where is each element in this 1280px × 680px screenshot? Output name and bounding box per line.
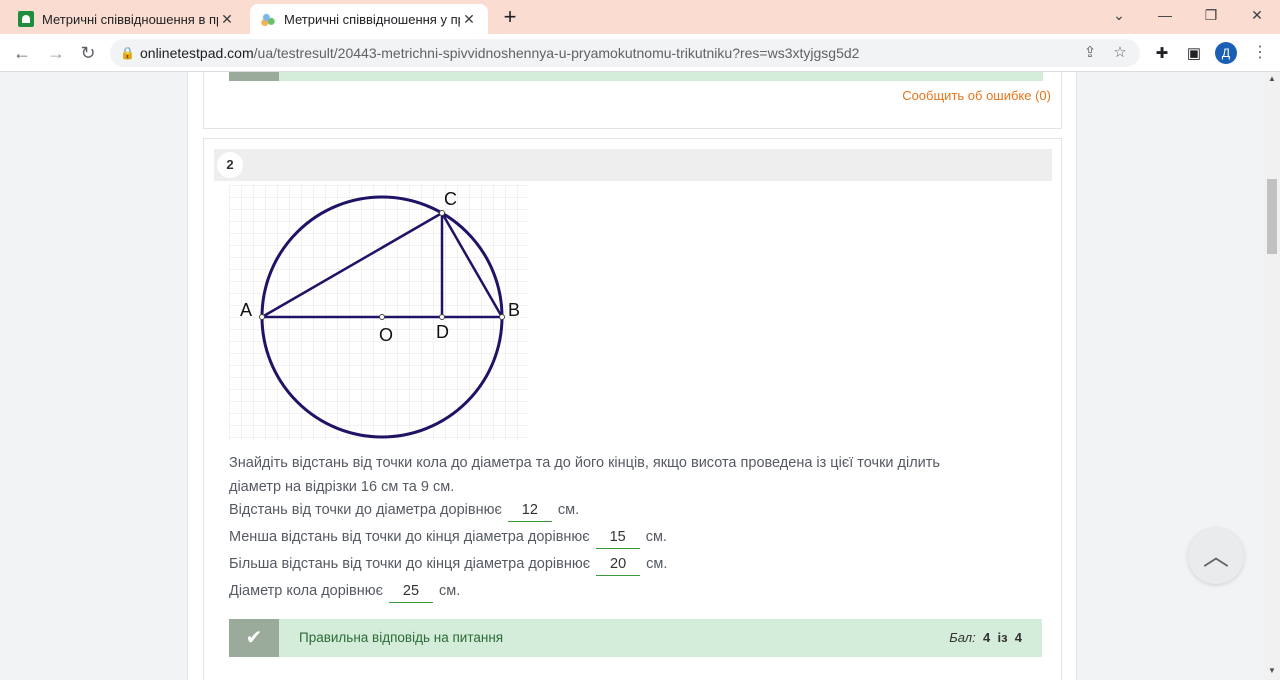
check-icon: ✔ xyxy=(229,619,279,657)
answer-1-field[interactable]: 12 xyxy=(507,499,552,522)
close-icon[interactable]: ✕ xyxy=(218,11,236,28)
question-text-line-2: діаметр на відрізки 16 см та 9 см. xyxy=(229,479,455,495)
point-o xyxy=(379,314,385,320)
close-window-button[interactable]: ✕ xyxy=(1234,0,1280,30)
answer-3-prompt: Більша відстань від точки до кінця діаме… xyxy=(229,556,591,572)
share-icon[interactable]: ⇪ xyxy=(1078,39,1102,67)
side-panel-icon[interactable]: ▣ xyxy=(1184,44,1204,64)
point-a xyxy=(259,314,265,320)
tab-2[interactable]: Метричні співвідношення у пря ✕ xyxy=(250,4,488,34)
tab-strip: Метричні співвідношення в пря ✕ Метричні… xyxy=(0,0,1280,34)
url-path: /ua/testresult/20443-metrichni-spivvidno… xyxy=(253,45,860,61)
test-results-column: Сообщить об ошибке (0) 2 A B C D O Знайд… xyxy=(187,72,1077,680)
new-tab-button[interactable]: + xyxy=(498,4,522,30)
result-bar: ✔ Правильна відповідь на питання Бал: 4 … xyxy=(229,619,1042,657)
scrollbar-thumb[interactable] xyxy=(1267,179,1277,254)
answer-row-1: Відстань від точки до діаметра дорівнює 1… xyxy=(229,499,580,522)
figure-grid xyxy=(229,185,529,440)
score-of: із xyxy=(997,630,1008,645)
answer-3-field[interactable]: 20 xyxy=(596,553,641,576)
label-o: O xyxy=(379,325,393,345)
scroll-up-arrow-icon[interactable]: ▲ xyxy=(1267,74,1277,84)
back-icon[interactable]: ← xyxy=(8,39,36,67)
scroll-down-arrow-icon[interactable]: ▼ xyxy=(1267,666,1277,676)
restore-button[interactable]: ❐ xyxy=(1188,0,1234,30)
answer-2-unit: см. xyxy=(645,529,667,545)
question-header: 2 xyxy=(214,149,1052,181)
score-max: 4 xyxy=(1014,630,1022,645)
previous-result-bar xyxy=(229,72,1043,81)
tab-2-title: Метричні співвідношення у пря xyxy=(284,11,460,27)
previous-result-check xyxy=(229,72,279,81)
question-card: 2 A B C D O Знайдіть відстань від точки … xyxy=(203,138,1062,680)
answer-row-2: Менша відстань від точки до кінця діамет… xyxy=(229,526,667,549)
site-icon xyxy=(260,11,276,27)
answer-row-3: Більша відстань від точки до кінця діаме… xyxy=(229,553,668,576)
label-a: A xyxy=(240,300,252,320)
bookmark-star-icon[interactable]: ☆ xyxy=(1108,39,1132,67)
answer-1-unit: см. xyxy=(557,502,580,518)
page-viewport: Сообщить об ошибке (0) 2 A B C D O Знайд… xyxy=(0,72,1264,680)
point-d xyxy=(439,314,445,320)
extensions-icon[interactable]: ✚ xyxy=(1152,44,1172,64)
point-c xyxy=(439,210,445,216)
answer-4-field[interactable]: 25 xyxy=(389,580,433,603)
score-label: Бал: xyxy=(949,630,976,645)
label-c: C xyxy=(444,189,457,209)
result-text: Правильна відповідь на питання xyxy=(299,630,504,645)
question-text: Знайдіть відстань від точки кола до діам… xyxy=(229,451,1019,499)
geometry-figure: A B C D O xyxy=(229,185,529,440)
chevron-up-icon: ︿ xyxy=(1202,541,1229,571)
tab-search-icon[interactable]: ⌄ xyxy=(1096,0,1142,30)
answer-2-field[interactable]: 15 xyxy=(595,526,640,549)
report-error-link[interactable]: Сообщить об ошибке (0) xyxy=(902,88,1051,103)
page-scrollbar[interactable]: ▲ ▼ xyxy=(1264,72,1280,680)
scroll-to-top-button[interactable]: ︿ xyxy=(1188,528,1244,584)
question-text-line-1: Знайдіть відстань від точки кола до діам… xyxy=(229,455,940,471)
score-value: 4 xyxy=(982,630,991,645)
answer-4-unit: см. xyxy=(439,583,461,599)
point-b xyxy=(499,314,505,320)
answer-1-prompt: Відстань від точки до діаметра дорівнює xyxy=(229,502,502,518)
label-b: B xyxy=(508,300,520,320)
reload-icon[interactable]: ↻ xyxy=(74,39,102,67)
minimize-button[interactable]: — xyxy=(1142,0,1188,30)
lock-icon: 🔒 xyxy=(120,46,135,60)
answer-3-unit: см. xyxy=(646,556,668,572)
browser-toolbar: ← → ↻ 🔒 onlinetestpad.com/ua/testresult/… xyxy=(0,34,1280,72)
close-icon[interactable]: ✕ xyxy=(460,11,478,28)
classroom-icon xyxy=(18,11,34,27)
previous-question-card: Сообщить об ошибке (0) xyxy=(203,72,1062,129)
profile-avatar[interactable]: Д xyxy=(1215,42,1237,64)
tab-1[interactable]: Метричні співвідношення в пря ✕ xyxy=(8,4,246,34)
more-menu-icon[interactable]: ⋮ xyxy=(1252,44,1268,64)
answer-2-prompt: Менша відстань від точки до кінця діамет… xyxy=(229,529,590,545)
score: Бал: 4 із 4 xyxy=(949,619,1022,657)
url-host: onlinetestpad.com xyxy=(140,45,254,61)
answer-row-4: Діаметр кола дорівнює 25 см. xyxy=(229,580,461,603)
question-number: 2 xyxy=(217,152,243,178)
forward-icon[interactable]: → xyxy=(42,39,70,67)
answer-4-prompt: Діаметр кола дорівнює xyxy=(229,583,383,599)
address-bar[interactable]: 🔒 onlinetestpad.com/ua/testresult/20443-… xyxy=(110,39,1140,67)
tab-1-title: Метричні співвідношення в пря xyxy=(42,11,218,27)
label-d: D xyxy=(436,322,449,342)
